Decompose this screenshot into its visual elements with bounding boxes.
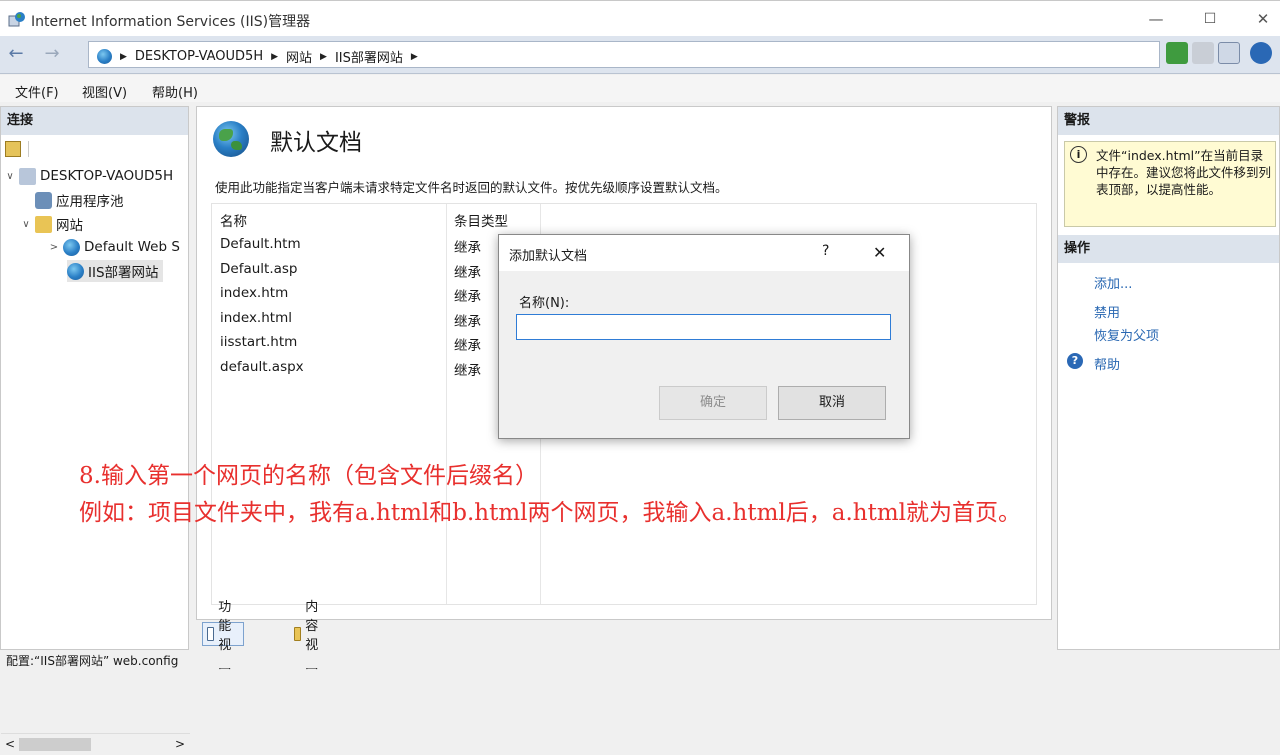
dialog-help-button[interactable]: ? xyxy=(822,243,829,259)
help-icon: ? xyxy=(1067,353,1083,369)
refresh-icon[interactable] xyxy=(1166,42,1188,64)
column-header-name[interactable]: 名称 xyxy=(220,210,247,230)
default-document-icon xyxy=(213,121,249,157)
menu-view[interactable]: 视图(V) xyxy=(82,82,127,101)
tree-item-server[interactable]: ∨ DESKTOP-VAOUD5H xyxy=(5,165,173,187)
expand-icon[interactable]: > xyxy=(49,242,59,253)
breadcrumb-sites[interactable]: 网站 xyxy=(286,47,312,66)
tab-content-view[interactable]: 内容视图 xyxy=(290,600,330,672)
name-label: 名称(N): xyxy=(519,296,570,311)
column-divider xyxy=(446,204,447,604)
menu-bar: 文件(F) 视图(V) 帮助(H) xyxy=(0,75,1280,102)
back-icon[interactable]: ← xyxy=(4,43,28,67)
forward-icon[interactable]: → xyxy=(40,43,64,67)
name-input[interactable] xyxy=(516,314,891,340)
alerts-title: 警报 xyxy=(1058,107,1279,135)
minimize-button[interactable]: — xyxy=(1133,1,1179,37)
tree-item-default-site[interactable]: > Default Web S xyxy=(49,236,180,258)
scroll-right-icon[interactable]: > xyxy=(175,737,185,751)
list-item-type: 继承 xyxy=(454,264,481,281)
tree-label: IIS部署网站 xyxy=(88,265,159,281)
dialog-title-bar: 添加默认文档 ? ✕ xyxy=(499,235,909,271)
close-button[interactable]: ✕ xyxy=(1240,1,1280,37)
maximize-button[interactable]: ☐ xyxy=(1187,1,1233,37)
alert-box: i 文件“index.html”在当前目录中存在。建议您将此文件移到列表顶部，以… xyxy=(1064,141,1276,227)
content-view-icon xyxy=(294,627,302,641)
status-bar: 配置:“IIS部署网站” web.config xyxy=(0,652,1280,668)
connections-pane: 连接 ∨ DESKTOP-VAOUD5H 应用程序池 ∨ 网站 > Defaul… xyxy=(0,106,190,755)
breadcrumb[interactable]: ▶ DESKTOP-VAOUD5H ▶ 网站 ▶ IIS部署网站 ▶ xyxy=(88,41,1160,68)
chevron-right-icon[interactable]: ▶ xyxy=(411,52,418,62)
expand-icon[interactable]: ∨ xyxy=(5,171,15,182)
actions-pane: 警报 i 文件“index.html”在当前目录中存在。建议您将此文件移到列表顶… xyxy=(1057,106,1280,650)
server-icon xyxy=(19,167,36,185)
address-toolbar: ← → ▶ DESKTOP-VAOUD5H ▶ 网站 ▶ IIS部署网站 ▶ xyxy=(0,36,1280,74)
list-item-type: 继承 xyxy=(454,313,481,330)
chevron-right-icon[interactable]: ▶ xyxy=(271,52,278,62)
list-item-name[interactable]: index.htm xyxy=(220,285,288,301)
folder-icon xyxy=(35,215,52,233)
feature-description: 使用此功能指定当客户端未请求特定文件名时返回的默认文件。按优先级顺序设置默认文档… xyxy=(215,180,728,195)
list-item-name[interactable]: Default.asp xyxy=(220,261,298,277)
actions-title: 操作 xyxy=(1058,235,1279,263)
tree-label: DESKTOP-VAOUD5H xyxy=(40,168,174,184)
ok-button[interactable]: 确定 xyxy=(659,386,767,420)
site-globe-icon xyxy=(67,262,84,280)
expand-icon[interactable]: ∨ xyxy=(21,219,31,230)
list-item-type: 继承 xyxy=(454,338,481,355)
chevron-right-icon[interactable]: ▶ xyxy=(320,52,327,62)
action-help[interactable]: 帮助 xyxy=(1094,354,1120,373)
action-add[interactable]: 添加... xyxy=(1094,273,1132,292)
list-item-type: 继承 xyxy=(454,240,481,256)
list-item-name[interactable]: default.aspx xyxy=(220,359,304,375)
cancel-button[interactable]: 取消 xyxy=(778,386,886,420)
new-connection-icon[interactable] xyxy=(5,141,21,157)
tree-item-sites[interactable]: ∨ 网站 xyxy=(21,213,83,235)
stop-icon[interactable] xyxy=(1192,42,1214,64)
tree-item-app-pools[interactable]: 应用程序池 xyxy=(35,189,124,211)
help-icon[interactable] xyxy=(1250,42,1272,64)
tree-label: Default Web S xyxy=(84,239,180,255)
menu-help[interactable]: 帮助(H) xyxy=(152,82,198,101)
tree-item-iis-site[interactable]: IIS部署网站 xyxy=(67,260,163,282)
toolbar-divider xyxy=(28,141,29,157)
alert-text: 文件“index.html”在当前目录中存在。建议您将此文件移到列表顶部，以提高… xyxy=(1096,148,1272,197)
home-icon[interactable] xyxy=(1218,42,1240,64)
page-title: 默认文档 xyxy=(270,130,362,156)
tab-features-view[interactable]: 功能视图 xyxy=(202,600,245,672)
globe-icon xyxy=(97,49,112,64)
annotation-line-1: 8.输入第一个网页的名称（包含文件后缀名） xyxy=(79,463,538,489)
connections-title: 连接 xyxy=(1,107,188,135)
info-icon: i xyxy=(1070,146,1087,163)
tree-label: 网站 xyxy=(56,218,83,234)
horizontal-scrollbar[interactable]: < > xyxy=(1,733,190,755)
status-text: 配置:“IIS部署网站” web.config xyxy=(6,654,179,668)
window-title: Internet Information Services (IIS)管理器 xyxy=(31,14,311,30)
add-default-document-dialog: 添加默认文档 ? ✕ 名称(N): 确定 取消 xyxy=(498,234,910,439)
iis-app-icon xyxy=(8,12,25,27)
action-revert-to-parent[interactable]: 恢复为父项 xyxy=(1094,325,1159,344)
list-item-name[interactable]: Default.htm xyxy=(220,236,301,252)
dialog-title: 添加默认文档 xyxy=(509,249,588,264)
features-view-icon xyxy=(207,627,215,641)
app-pool-icon xyxy=(35,191,52,209)
list-item-type: 继承 xyxy=(454,289,481,306)
annotation-line-2: 例如：项目文件夹中，我有a.html和b.html两个网页，我输入a.html后… xyxy=(79,500,1021,526)
menu-file[interactable]: 文件(F) xyxy=(15,82,59,101)
dialog-close-button[interactable]: ✕ xyxy=(873,243,886,262)
action-disable[interactable]: 禁用 xyxy=(1094,302,1120,321)
tree-label: 应用程序池 xyxy=(56,194,124,210)
list-item-name[interactable]: index.html xyxy=(220,310,292,326)
chevron-right-icon[interactable]: ▶ xyxy=(120,52,127,62)
scroll-thumb[interactable] xyxy=(19,738,91,751)
scroll-left-icon[interactable]: < xyxy=(5,737,15,751)
breadcrumb-site[interactable]: IIS部署网站 xyxy=(335,47,403,66)
column-header-type[interactable]: 条目类型 xyxy=(454,210,508,230)
list-item-type: 继承 xyxy=(454,363,481,379)
title-bar: Internet Information Services (IIS)管理器 —… xyxy=(0,0,1280,36)
list-item-name[interactable]: iisstart.htm xyxy=(220,334,297,350)
site-globe-icon xyxy=(63,238,80,256)
breadcrumb-server[interactable]: DESKTOP-VAOUD5H xyxy=(135,49,263,64)
